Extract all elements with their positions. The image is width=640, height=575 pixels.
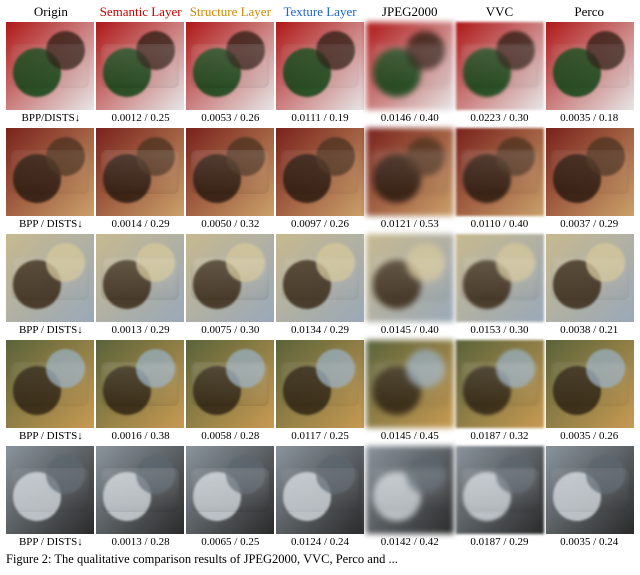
method-image bbox=[546, 128, 634, 216]
method-image bbox=[546, 446, 634, 534]
image-row bbox=[6, 234, 634, 322]
metric-cell: 0.0012 / 0.25 bbox=[96, 112, 186, 124]
col-perco: Perco bbox=[544, 4, 634, 22]
metric-row: BPP / DISTS↓0.0014 / 0.290.0050 / 0.320.… bbox=[6, 218, 634, 230]
method-image bbox=[276, 446, 364, 534]
image-row bbox=[6, 128, 634, 216]
metric-cell: 0.0053 / 0.26 bbox=[185, 112, 275, 124]
method-image bbox=[366, 234, 454, 322]
metric-row: BPP / DISTS↓0.0016 / 0.380.0058 / 0.280.… bbox=[6, 430, 634, 442]
col-semantic: Semantic Layer bbox=[96, 4, 186, 22]
method-image bbox=[276, 234, 364, 322]
caption-rest: The qualitative comparison results of JP… bbox=[54, 552, 397, 566]
method-image bbox=[96, 128, 184, 216]
metric-label: BPP / DISTS↓ bbox=[6, 218, 96, 230]
metric-cell: 0.0111 / 0.19 bbox=[275, 112, 365, 124]
method-image bbox=[186, 128, 274, 216]
metric-label: BPP/DISTS↓ bbox=[6, 112, 96, 124]
metric-cell: 0.0187 / 0.32 bbox=[455, 430, 545, 442]
method-image bbox=[546, 340, 634, 428]
metric-cell: 0.0075 / 0.30 bbox=[185, 324, 275, 336]
image-row bbox=[6, 22, 634, 110]
method-image bbox=[276, 128, 364, 216]
col-texture: Texture Layer bbox=[275, 4, 365, 22]
method-image bbox=[186, 446, 274, 534]
method-image bbox=[456, 234, 544, 322]
col-jpeg2000: JPEG2000 bbox=[365, 4, 455, 22]
method-image bbox=[186, 22, 274, 110]
metric-cell: 0.0110 / 0.40 bbox=[455, 218, 545, 230]
method-image bbox=[96, 446, 184, 534]
metric-label: BPP / DISTS↓ bbox=[6, 430, 96, 442]
metric-cell: 0.0050 / 0.32 bbox=[185, 218, 275, 230]
metric-row: BPP/DISTS↓0.0012 / 0.250.0053 / 0.260.01… bbox=[6, 112, 634, 124]
metric-cell: 0.0145 / 0.40 bbox=[365, 324, 455, 336]
method-image bbox=[366, 22, 454, 110]
column-headers: Origin Semantic Layer Structure Layer Te… bbox=[6, 4, 634, 22]
method-image bbox=[186, 340, 274, 428]
col-vvc: VVC bbox=[455, 4, 545, 22]
method-image bbox=[276, 22, 364, 110]
metric-cell: 0.0223 / 0.30 bbox=[455, 112, 545, 124]
metric-row: BPP / DISTS↓0.0013 / 0.280.0065 / 0.250.… bbox=[6, 536, 634, 548]
metric-cell: 0.0035 / 0.26 bbox=[544, 430, 634, 442]
method-image bbox=[366, 446, 454, 534]
metric-cell: 0.0146 / 0.40 bbox=[365, 112, 455, 124]
metric-cell: 0.0065 / 0.25 bbox=[185, 536, 275, 548]
metric-cell: 0.0134 / 0.29 bbox=[275, 324, 365, 336]
metric-cell: 0.0121 / 0.53 bbox=[365, 218, 455, 230]
method-image bbox=[186, 234, 274, 322]
metric-cell: 0.0145 / 0.45 bbox=[365, 430, 455, 442]
metric-cell: 0.0153 / 0.30 bbox=[455, 324, 545, 336]
method-image bbox=[276, 340, 364, 428]
metric-cell: 0.0035 / 0.24 bbox=[544, 536, 634, 548]
col-origin: Origin bbox=[6, 4, 96, 22]
method-image bbox=[456, 340, 544, 428]
method-image bbox=[96, 340, 184, 428]
origin-image bbox=[6, 340, 94, 428]
caption-prefix: Figure 2: bbox=[6, 552, 54, 566]
method-image bbox=[546, 22, 634, 110]
method-image bbox=[456, 128, 544, 216]
origin-image bbox=[6, 446, 94, 534]
metric-cell: 0.0016 / 0.38 bbox=[96, 430, 186, 442]
origin-image bbox=[6, 22, 94, 110]
method-image bbox=[366, 128, 454, 216]
metric-cell: 0.0014 / 0.29 bbox=[96, 218, 186, 230]
image-row bbox=[6, 340, 634, 428]
metric-cell: 0.0142 / 0.42 bbox=[365, 536, 455, 548]
image-row bbox=[6, 446, 634, 534]
metric-cell: 0.0038 / 0.21 bbox=[544, 324, 634, 336]
figure-caption: Figure 2: The qualitative comparison res… bbox=[6, 552, 634, 567]
metric-cell: 0.0124 / 0.24 bbox=[275, 536, 365, 548]
origin-image bbox=[6, 234, 94, 322]
metric-cell: 0.0058 / 0.28 bbox=[185, 430, 275, 442]
metric-cell: 0.0117 / 0.25 bbox=[275, 430, 365, 442]
metric-label: BPP / DISTS↓ bbox=[6, 324, 96, 336]
origin-image bbox=[6, 128, 94, 216]
method-image bbox=[456, 22, 544, 110]
metric-cell: 0.0013 / 0.28 bbox=[96, 536, 186, 548]
metric-cell: 0.0097 / 0.26 bbox=[275, 218, 365, 230]
method-image bbox=[96, 234, 184, 322]
metric-cell: 0.0035 / 0.18 bbox=[544, 112, 634, 124]
metric-cell: 0.0013 / 0.29 bbox=[96, 324, 186, 336]
metric-row: BPP / DISTS↓0.0013 / 0.290.0075 / 0.300.… bbox=[6, 324, 634, 336]
col-structure: Structure Layer bbox=[185, 4, 275, 22]
method-image bbox=[456, 446, 544, 534]
method-image bbox=[96, 22, 184, 110]
metric-cell: 0.0037 / 0.29 bbox=[544, 218, 634, 230]
metric-cell: 0.0187 / 0.29 bbox=[455, 536, 545, 548]
method-image bbox=[546, 234, 634, 322]
metric-label: BPP / DISTS↓ bbox=[6, 536, 96, 548]
method-image bbox=[366, 340, 454, 428]
